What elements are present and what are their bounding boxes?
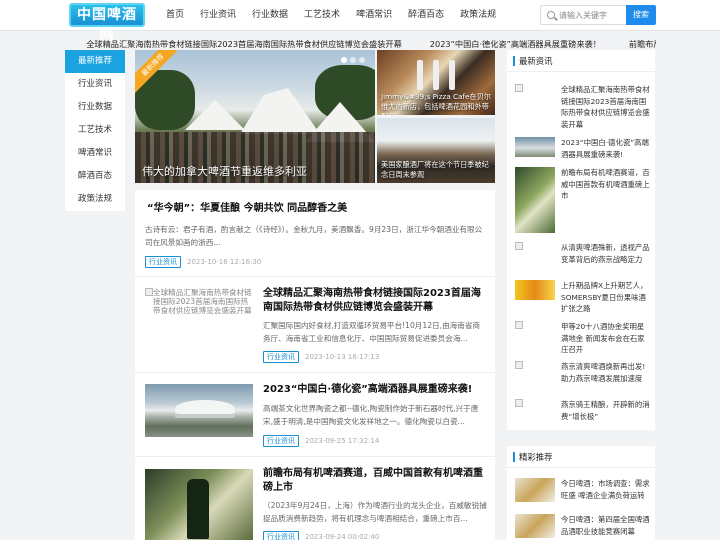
carousel-dot[interactable] [359,57,365,63]
tap-shape [433,60,439,90]
broken-image-icon [515,321,523,329]
bottle-shape [187,479,209,539]
article-thumbnail[interactable] [145,384,253,437]
search-input[interactable] [559,8,625,22]
carousel-side-caption-2[interactable]: 美国家酿酒厂将在这个节日季被纪念日周末参观 [381,160,491,180]
article-summary: 高端茶文化世界陶瓷之都--德化,陶瓷制作始于新石器时代,兴于唐宋,盛于明清,是中… [263,404,479,426]
article-thumbnail[interactable]: 全球精品汇聚海南热带食材链接国际2023首届海南国际热带食材供应链博览会盛装开幕 [145,288,253,341]
carousel-dots [341,57,365,63]
news-thumbnail[interactable] [515,137,555,157]
panel-header: 精彩推荐 [507,446,655,468]
news-thumbnail[interactable] [515,280,555,300]
tap-shape [449,60,455,90]
sidebar-item-industry-news[interactable]: 行业资讯 [65,73,125,96]
carousel-main-caption[interactable]: 伟大的加拿大啤酒节重返维多利亚 [142,163,307,179]
arena-shape [175,400,235,418]
panel-title: 精彩推荐 [519,452,553,462]
featured-carousel: 最新推荐 伟大的加拿大啤酒节重返维多利亚 Jimmy&#39;s Pizza C… [135,50,495,183]
carousel-dot[interactable] [350,57,356,63]
news-item-text[interactable]: 甲等20十八酒协金奖明星满地金 新闻发布会在石家庄召开 [561,321,651,356]
nav-home[interactable]: 首页 [158,0,192,31]
carousel-side-slide-1[interactable]: Jimmy&#39;s Pizza Cafe在贝尔维尤的新店，包括啤酒花园和外带… [377,50,495,115]
broken-image-icon [145,288,153,296]
article-list: “华今朝”：华夏佳酿 今朝共饮 同品醇香之美 古诗有云：君子有酒，酌言献之（《诗… [135,190,495,540]
nav-process-tech[interactable]: 工艺技术 [296,0,348,31]
article-date: 2023-10-13 16:17:13 [305,353,380,361]
sidebar-item-beer-knowledge[interactable]: 啤酒常识 [65,142,125,165]
featured-item-text[interactable]: 今日啤酒：第四届全国啤酒品酒职业技能竞赛闭幕 [561,514,651,537]
search-button[interactable]: 搜索 [626,5,656,25]
news-item-text[interactable]: 2023“中国白·德化瓷”高端酒器具展重磅来袭! [561,137,651,160]
tent-shape [240,88,320,134]
sidebar-item-policy[interactable]: 政策法规 [65,188,125,211]
panel-header: 最新资讯 [507,50,655,72]
site-logo[interactable]: 中国啤酒网 [69,3,145,43]
featured-panel: 精彩推荐 今日啤酒：市场调查：需求旺盛 啤酒企业满负荷运转 今日啤酒：第四届全国… [507,446,655,540]
article-date: 2023-09-24 00:02:40 [305,533,380,540]
news-thumbnail[interactable] [515,167,555,233]
news-item-text[interactable]: 全球精品汇聚海南热带食材链接国际2023首届海南国际热带食材供应链博览会盛装开幕 [561,84,651,130]
ticker-item[interactable]: 2023“中国白·德化瓷”高端酒器具展重磅来袭！ [430,37,601,51]
search-box [540,5,627,25]
nav-industry-data[interactable]: 行业数据 [244,0,296,31]
carousel-side-caption-1[interactable]: Jimmy&#39;s Pizza Cafe在贝尔维尤的新店，包括啤酒花园和外带… [381,92,491,115]
featured-thumbnail[interactable] [515,514,555,538]
broken-image-icon [515,242,523,250]
nav-industry-news[interactable]: 行业资讯 [192,0,244,31]
divider [135,456,495,457]
sidebar-item-industry-data[interactable]: 行业数据 [65,96,125,119]
article-category-tag[interactable]: 行业资讯 [145,256,181,268]
article-category-tag[interactable]: 行业资讯 [263,531,299,540]
search-icon [547,11,555,19]
carousel-side-slide-2[interactable]: 美国家酿酒厂将在这个节日季被纪念日周末参观 [377,118,495,183]
latest-news-panel: 最新资讯 全球精品汇聚海南热带食材链接国际2023首届海南国际热带食材供应链博览… [507,50,655,430]
news-item-text[interactable]: 前瞻布局有机啤酒赛道，百威中国首款有机啤酒重磅上市 [561,167,651,202]
article-summary: （2023年9月24日，上海）作为啤酒行业的龙头企业，百威敏锐捕捉品质消费新趋势… [263,501,487,523]
broken-image-icon [515,84,523,92]
broken-image-icon [515,361,523,369]
tap-shape [417,60,423,90]
article-thumbnail[interactable] [145,469,253,540]
nav-drunk-stories[interactable]: 醉酒百态 [400,0,452,31]
ticker-item[interactable]: 前瞻布局有机啤酒赛道，百 [629,37,656,51]
news-item-text[interactable]: 燕京骑王精酿，开辟新的消费“增长极” [561,399,651,422]
news-item-text[interactable]: 上升期品牌X上升期艺人，SOMERSBY夏日份果味酒扩张之路 [561,280,651,315]
sidebar-item-process-tech[interactable]: 工艺技术 [65,119,125,142]
article-category-tag[interactable]: 行业资讯 [263,435,299,447]
news-ticker: 美 全球精品汇聚海南热带食材链接国际2023首届海南国际热带食材供应链博览会盛装… [64,37,656,51]
article-title[interactable]: 前瞻布局有机啤酒赛道，百威中国首款有机啤酒重磅上市 [263,467,487,495]
featured-item-text[interactable]: 今日啤酒：市场调查：需求旺盛 啤酒企业满负荷运转 [561,478,651,501]
broken-image-icon [515,399,523,407]
category-sidebar: 最新推荐 行业资讯 行业数据 工艺技术 啤酒常识 醉酒百态 政策法规 [65,50,125,211]
article-title[interactable]: 全球精品汇聚海南热带食材链接国际2023首届海南国际热带食材供应链博览会盛装开幕 [263,287,487,315]
sidebar-item-drunk-stories[interactable]: 醉酒百态 [65,165,125,188]
nav-beer-knowledge[interactable]: 啤酒常识 [348,0,400,31]
article-summary: 古诗有云：君子有酒，酌言献之（《诗经》）。金秋九月，美酒飘香。9月23日，浙江华… [145,225,483,247]
article-title[interactable]: “华今朝”：华夏佳酿 今朝共饮 同品醇香之美 [147,202,487,216]
featured-thumbnail[interactable] [515,478,555,502]
search-bar: 搜索 [540,5,656,25]
article-title[interactable]: 2023“中国白·德化瓷”高端酒器具展重磅来袭! [263,383,487,397]
panel-title: 最新资讯 [519,56,553,66]
nav-policy[interactable]: 政策法规 [452,0,504,31]
article-summary: 汇聚国际国内好食材,打造双循环贸易平台!10月12日,由海南省商务厅、海南省工业… [263,321,481,343]
news-item-text[interactable]: 从清爽啤酒殊新，透视产品变革背后的燕京战略定力 [561,242,651,265]
site-header: 中国啤酒网 首页 行业资讯 行业数据 工艺技术 啤酒常识 醉酒百态 政策法规 搜… [0,0,720,43]
main-nav: 首页 行业资讯 行业数据 工艺技术 啤酒常识 醉酒百态 政策法规 [158,0,504,31]
article-date: 2023-09-25 17:32:14 [305,437,380,445]
image-alt-text: 全球精品汇聚海南热带食材链接国际2023首届海南国际热带食材供应链博览会盛装开幕 [153,288,252,315]
divider [135,276,495,277]
carousel-dot[interactable] [341,57,347,63]
sidebar-item-latest[interactable]: 最新推荐 [65,50,125,73]
article-category-tag[interactable]: 行业资讯 [263,351,299,363]
article-date: 2023-10-16 12:16:30 [187,258,262,266]
news-item-text[interactable]: 燕京清爽啤酒焕新再出发!助力燕京啤酒发展加速度 [561,361,651,384]
ticker-item[interactable]: 全球精品汇聚海南热带食材链接国际2023首届海南国际热带食材供应链博览会盛装开幕 [86,37,402,51]
divider [135,372,495,373]
carousel-main-slide[interactable]: 最新推荐 伟大的加拿大啤酒节重返维多利亚 [135,50,375,183]
